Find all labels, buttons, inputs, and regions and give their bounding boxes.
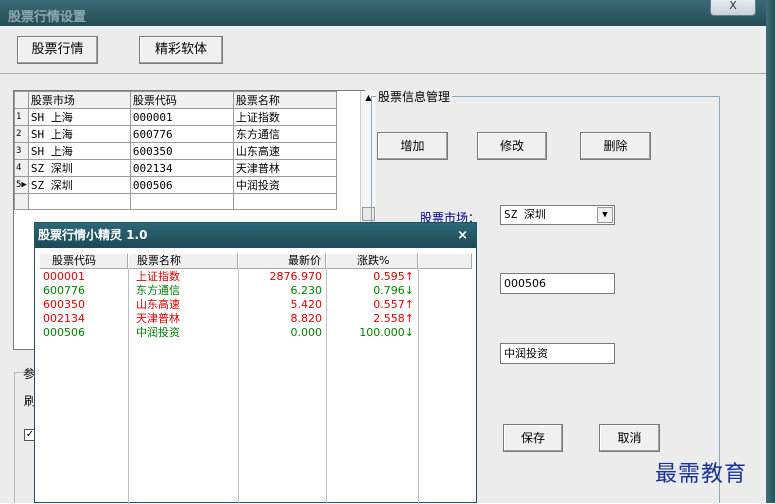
- quote-change: 100.000↓: [359, 326, 414, 339]
- cell-code[interactable]: 000001: [129, 108, 234, 126]
- row-indicator[interactable]: 1: [14, 108, 29, 126]
- stock-code-field[interactable]: 000506: [500, 273, 615, 294]
- cell-code[interactable]: 600350: [129, 142, 234, 160]
- popup-title-bar[interactable]: 股票行情小精灵 1.0 ×: [35, 223, 476, 248]
- row-indicator[interactable]: 4: [14, 159, 29, 177]
- quote-code: 600350: [43, 298, 85, 311]
- quote-change: 0.796↓: [373, 284, 414, 297]
- software-button[interactable]: 精彩软体: [139, 36, 223, 64]
- quote-row[interactable]: 600776 东方通信 6.230 0.796↓: [39, 284, 418, 298]
- cell-market[interactable]: SZ 深圳: [27, 176, 131, 194]
- cell-name[interactable]: 东方通信: [232, 125, 337, 143]
- delete-button[interactable]: 删除: [580, 132, 651, 160]
- col-header-spacer: [418, 253, 472, 269]
- title-bar: 股票行情设置: [0, 0, 768, 26]
- watermark: 最需教育: [655, 462, 748, 487]
- col-header-name[interactable]: 股票名称: [232, 91, 337, 109]
- quote-row[interactable]: 000001 上证指数 2876.970 0.595↑: [39, 270, 418, 284]
- quote-price: 0.000: [290, 326, 323, 339]
- quote-row[interactable]: 002134 天津普林 8.820 2.558↑: [39, 312, 418, 326]
- popup-title: 股票行情小精灵 1.0: [38, 228, 148, 242]
- cell-market[interactable]: SH 上海: [27, 125, 131, 143]
- quote-code: 600776: [43, 284, 85, 297]
- row-indicator-header: [14, 91, 29, 109]
- add-button[interactable]: 增加: [377, 132, 448, 160]
- quote-price: 5.420: [290, 298, 323, 311]
- row-indicator[interactable]: 3: [14, 142, 29, 160]
- save-button[interactable]: 保存: [503, 424, 563, 452]
- quote-table-header: 股票代码 股票名称 最新价 涨跌%: [39, 253, 472, 269]
- toolbar-separator: [0, 73, 766, 74]
- quote-popup-window[interactable]: 股票行情小精灵 1.0 × 股票代码 股票名称 最新价 涨跌% 000001 上证…: [34, 222, 477, 504]
- cell-market[interactable]: SZ 深圳: [27, 159, 131, 177]
- col-header-change[interactable]: 涨跌%: [326, 253, 418, 269]
- col-header-code[interactable]: 股票代码: [129, 91, 234, 109]
- column-divider: [418, 269, 419, 504]
- quote-name: 中润投资: [136, 326, 180, 339]
- col-header-market[interactable]: 股票市场: [27, 91, 131, 109]
- quote-name: 天津普林: [136, 312, 180, 325]
- row-indicator[interactable]: 2: [14, 125, 29, 143]
- quote-name: 上证指数: [136, 270, 180, 283]
- cell-name[interactable]: 上证指数: [232, 108, 337, 126]
- stock-name-field[interactable]: 中润投资: [500, 343, 615, 364]
- market-select-value: SZ 深圳: [504, 208, 546, 221]
- window-right-edge: [766, 0, 775, 503]
- col-header-code[interactable]: 股票代码: [39, 253, 128, 269]
- quote-price: 6.230: [290, 284, 323, 297]
- cell-code[interactable]: 600776: [129, 125, 234, 143]
- quote-row[interactable]: 000506 中润投资 0.000 100.000↓: [39, 326, 418, 340]
- table-row[interactable]: 1 SH 上海 000001 上证指数: [14, 108, 337, 126]
- row-indicator[interactable]: 5▶: [14, 176, 29, 194]
- cell-market[interactable]: SH 上海: [27, 108, 131, 126]
- quote-row[interactable]: 600350 山东高速 5.420 0.557↑: [39, 298, 418, 312]
- edit-button[interactable]: 修改: [477, 132, 547, 160]
- quote-name: 山东高速: [136, 298, 180, 311]
- window-title: 股票行情设置: [8, 10, 87, 25]
- stock-info-legend: 股票信息管理: [376, 88, 453, 105]
- market-select[interactable]: SZ 深圳 ▼: [500, 205, 615, 225]
- cell-code[interactable]: 000506: [129, 176, 234, 194]
- cell-name[interactable]: 山东高速: [232, 142, 337, 160]
- stock-quotes-button[interactable]: 股票行情: [17, 36, 98, 64]
- quote-code: 000001: [43, 270, 85, 283]
- popup-close-icon[interactable]: ×: [457, 223, 468, 248]
- quote-change: 0.557↑: [373, 298, 414, 311]
- cancel-button[interactable]: 取消: [599, 424, 660, 452]
- quote-price: 2876.970: [269, 270, 323, 283]
- chevron-down-icon[interactable]: ▼: [597, 207, 613, 223]
- table-row[interactable]: 4 SZ 深圳 002134 天津普林: [14, 159, 337, 177]
- quote-code: 000506: [43, 326, 85, 339]
- quote-change: 2.558↑: [373, 312, 414, 325]
- table-row-empty[interactable]: [14, 193, 337, 210]
- cell-name[interactable]: 中润投资: [232, 176, 337, 194]
- cell-name[interactable]: 天津普林: [232, 159, 337, 177]
- quote-change: 0.595↑: [373, 270, 414, 283]
- col-header-name[interactable]: 股票名称: [128, 253, 238, 269]
- col-header-price[interactable]: 最新价: [238, 253, 326, 269]
- quote-name: 东方通信: [136, 284, 180, 297]
- table-row[interactable]: 5▶ SZ 深圳 000506 中润投资: [14, 176, 337, 194]
- table-row[interactable]: 2 SH 上海 600776 东方通信: [14, 125, 337, 143]
- table-row[interactable]: 3 SH 上海 600350 山东高速: [14, 142, 337, 160]
- quote-price: 8.820: [290, 312, 323, 325]
- cell-code[interactable]: 002134: [129, 159, 234, 177]
- quote-code: 002134: [43, 312, 85, 325]
- window-close-button[interactable]: X: [710, 0, 756, 16]
- cell-market[interactable]: SH 上海: [27, 142, 131, 160]
- quote-table[interactable]: 股票代码 股票名称 最新价 涨跌% 000001 上证指数 2876.970 0.59…: [39, 253, 476, 504]
